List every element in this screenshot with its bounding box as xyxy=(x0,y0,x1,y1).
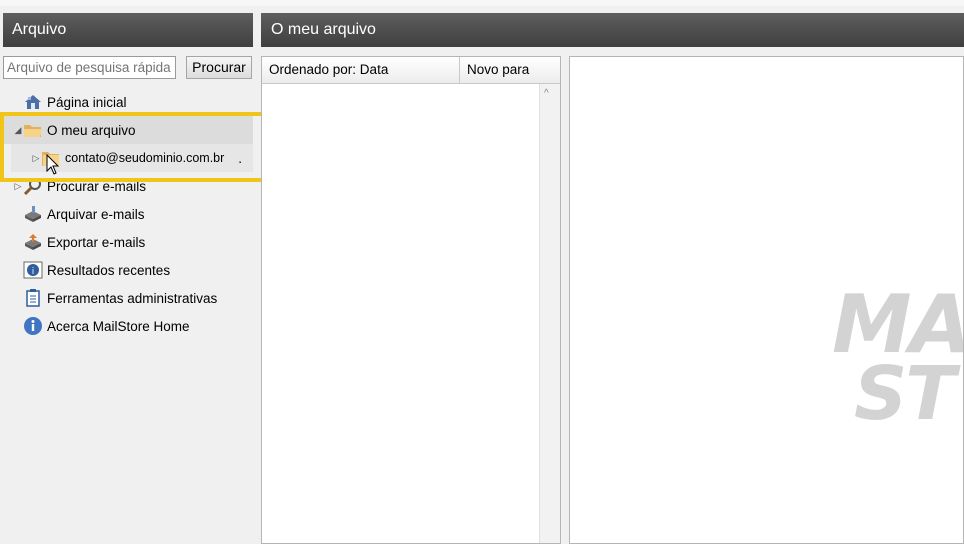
tree-item-label: Resultados recentes xyxy=(47,262,171,278)
top-strip xyxy=(0,0,964,6)
tree-item-recent-results[interactable]: i Resultados recentes xyxy=(13,256,170,284)
export-icon xyxy=(23,233,43,251)
message-list-header: Ordenado por: Data Novo para xyxy=(262,57,560,84)
archive-icon xyxy=(23,205,43,223)
mailstore-watermark-logo: MA ST xyxy=(832,285,963,437)
tree-item-label: Página inicial xyxy=(47,94,127,110)
my-archive-panel-header: O meu arquivo xyxy=(261,13,964,47)
tree-item-label: Exportar e-mails xyxy=(47,234,146,250)
quick-search-input[interactable] xyxy=(3,56,176,79)
watermark-line-2: ST xyxy=(854,351,956,437)
expand-arrow-icon[interactable]: ▷ xyxy=(13,181,23,192)
tree-item-label: Acerca MailStore Home xyxy=(47,318,190,334)
tree-item-label: Arquivar e-mails xyxy=(47,206,145,222)
sort-by-date-column[interactable]: Ordenado por: Data xyxy=(262,57,460,83)
message-list[interactable]: Ordenado por: Data Novo para ^ xyxy=(261,56,561,544)
archive-panel-header: Arquivo xyxy=(3,13,253,47)
admin-tools-icon xyxy=(23,289,43,307)
mouse-cursor-icon xyxy=(46,153,60,179)
scroll-up-icon[interactable]: ^ xyxy=(544,88,549,99)
home-icon xyxy=(23,93,43,111)
tree-item-archive-emails[interactable]: Arquivar e-mails xyxy=(13,200,145,228)
search-button[interactable]: Procurar xyxy=(186,56,252,79)
info-icon xyxy=(23,317,43,335)
newest-first-column[interactable]: Novo para xyxy=(460,57,560,83)
message-preview-pane: MA ST xyxy=(569,56,964,544)
message-list-scrollbar[interactable]: ^ xyxy=(539,84,560,543)
tutorial-highlight-box xyxy=(0,112,294,182)
svg-text:i: i xyxy=(32,267,35,277)
tree-item-label: Ferramentas administrativas xyxy=(47,290,218,306)
tree-item-export-emails[interactable]: Exportar e-mails xyxy=(13,228,145,256)
tree-item-admin-tools[interactable]: Ferramentas administrativas xyxy=(13,284,217,312)
tree-item-about[interactable]: Acerca MailStore Home xyxy=(13,312,190,340)
recent-results-icon: i xyxy=(23,261,43,279)
